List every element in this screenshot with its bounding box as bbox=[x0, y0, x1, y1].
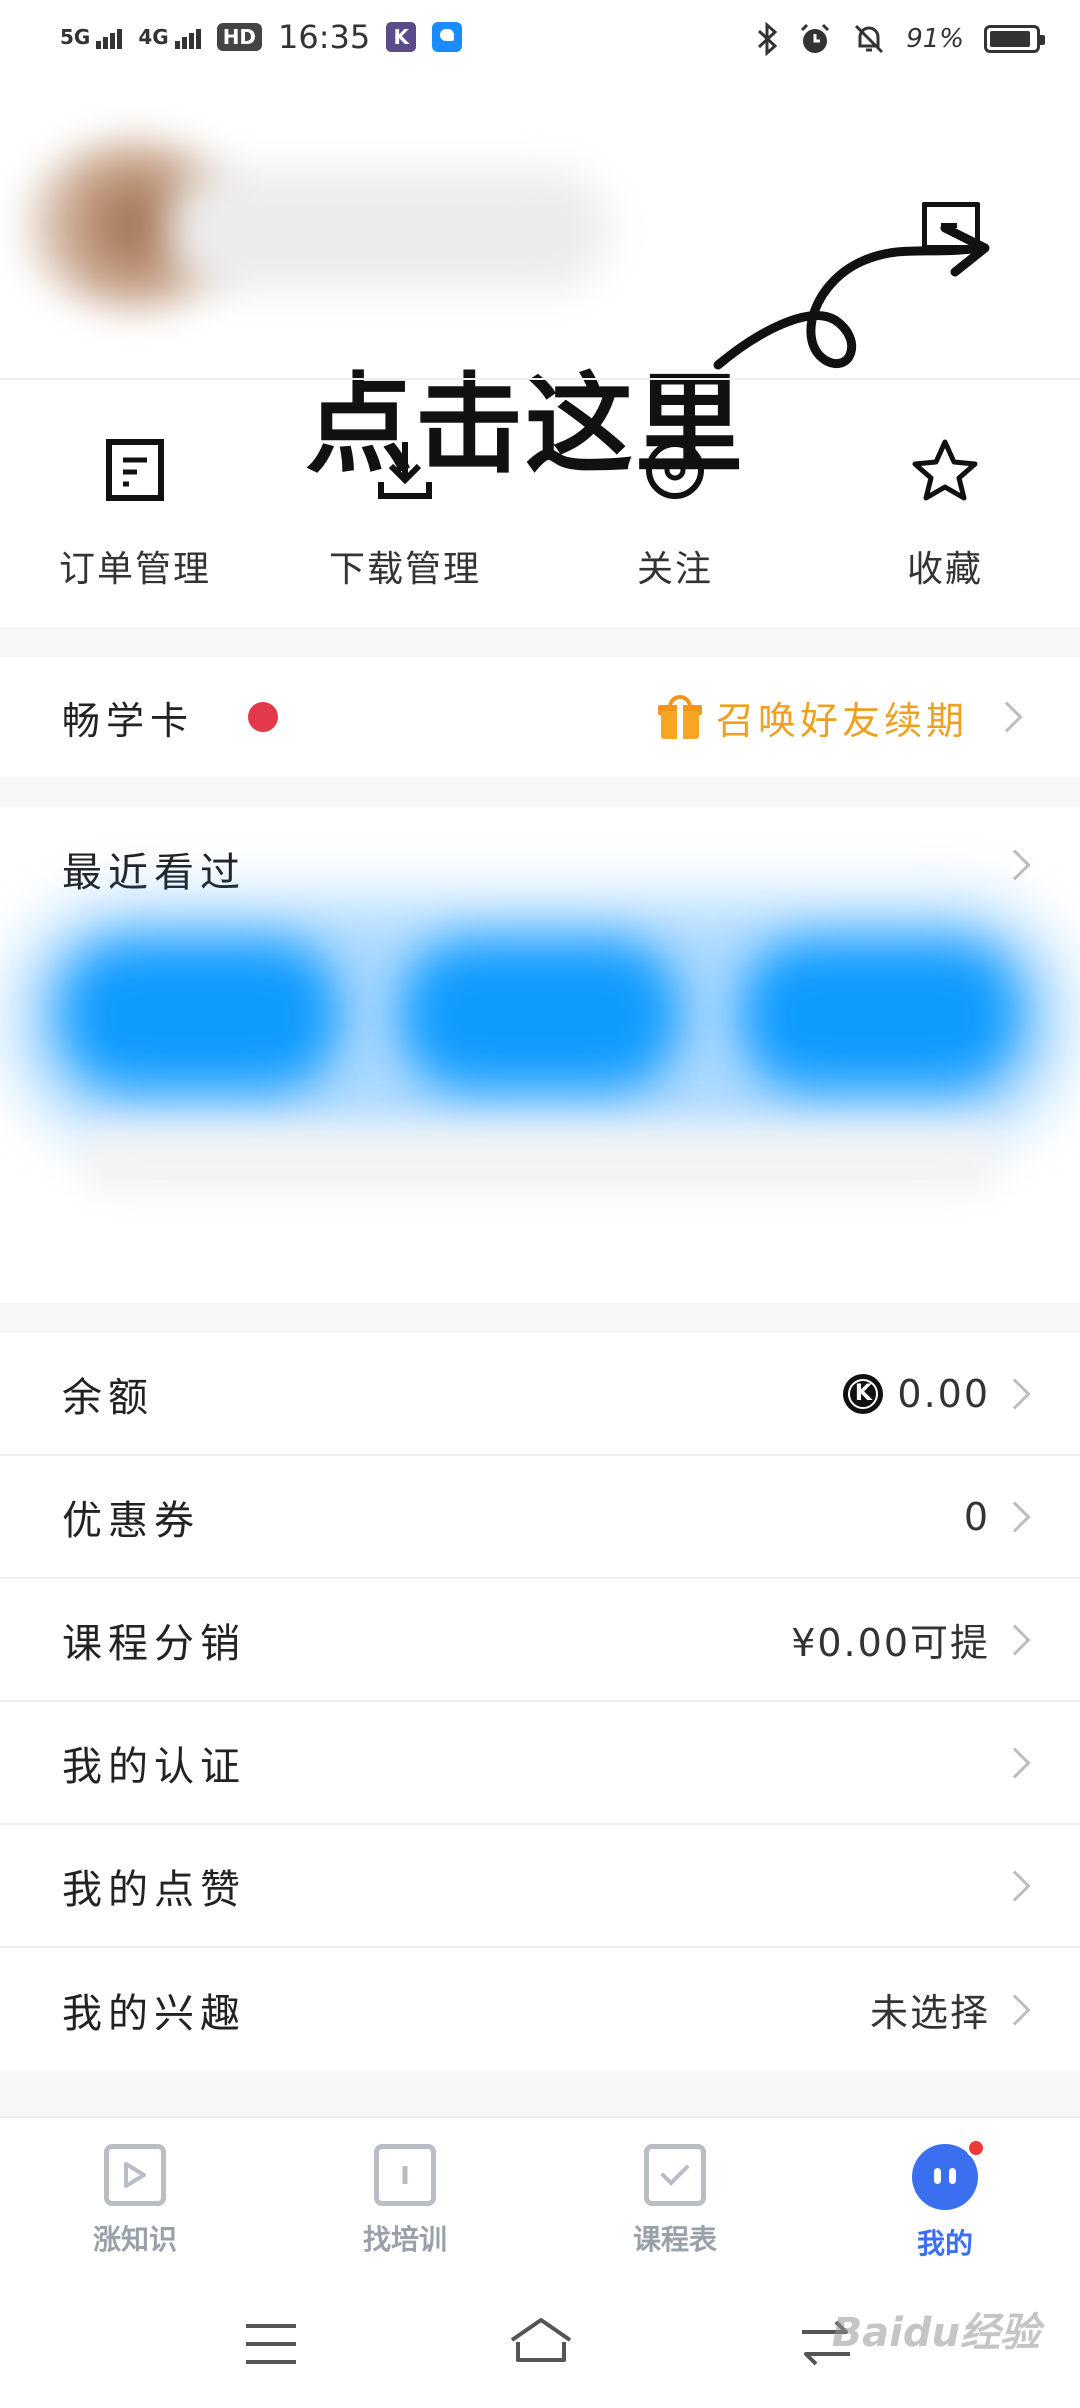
alarm-icon bbox=[801, 23, 830, 53]
status-time: 16:35 bbox=[278, 18, 371, 56]
section-gap bbox=[0, 627, 1080, 657]
study-card-row[interactable]: 畅学卡 召唤好友续期 bbox=[0, 657, 1080, 777]
battery-icon bbox=[984, 25, 1045, 53]
quick-action-label: 关注 bbox=[636, 549, 713, 590]
list-item-value: 0 bbox=[963, 1494, 990, 1539]
tab-label: 课程表 bbox=[632, 2223, 717, 2256]
recently-viewed-list[interactable] bbox=[0, 880, 1080, 1220]
list-item-value: 0.00 bbox=[897, 1371, 990, 1416]
status-bar: 5G 4G HD 16:35 K 91% bbox=[0, 0, 1080, 80]
home-icon[interactable] bbox=[508, 2316, 574, 2366]
recent-item[interactable] bbox=[400, 940, 680, 1090]
list-item-course-distribution[interactable]: 课程分销 ¥0.00可提 bbox=[0, 1579, 1080, 1702]
recent-item[interactable] bbox=[60, 940, 340, 1090]
study-card-title: 畅学卡 bbox=[62, 698, 195, 743]
chevron-right-icon bbox=[999, 1377, 1031, 1410]
gift-icon bbox=[657, 695, 702, 739]
tab-learn[interactable]: 涨知识 bbox=[0, 2118, 270, 2282]
recent-item[interactable] bbox=[740, 940, 1020, 1090]
list-item-value: ¥0.00可提 bbox=[791, 1621, 990, 1665]
tab-label: 我的 bbox=[916, 2227, 973, 2260]
quick-action-label: 订单管理 bbox=[58, 549, 211, 590]
signal-5g-icon: 5G bbox=[60, 25, 123, 49]
download-icon bbox=[365, 430, 445, 510]
tab-label: 找培训 bbox=[362, 2223, 447, 2256]
quick-action-label: 收藏 bbox=[906, 549, 983, 590]
quick-order-management[interactable]: 订单管理 bbox=[0, 400, 270, 630]
app-k-icon: K bbox=[386, 22, 417, 52]
bottom-tab-bar: 涨知识 找培训 课程表 我的 bbox=[0, 2116, 1080, 2282]
order-icon bbox=[95, 430, 175, 510]
chevron-right-icon bbox=[991, 701, 1023, 733]
list-item-balance[interactable]: 余额 K 0.00 bbox=[0, 1333, 1080, 1456]
hd-voice-icon: HD bbox=[216, 23, 263, 51]
chevron-right-icon bbox=[999, 1500, 1031, 1533]
play-icon bbox=[104, 2144, 166, 2206]
quick-action-label: 下载管理 bbox=[328, 549, 481, 590]
quick-favorites[interactable]: 收藏 bbox=[810, 400, 1080, 630]
coin-icon: K bbox=[843, 1373, 884, 1414]
tab-schedule[interactable]: 课程表 bbox=[540, 2118, 810, 2282]
battery-percent: 91% bbox=[906, 24, 964, 54]
account-list: 余额 K 0.00 优惠券 0 课程分销 ¥0.00可提 我的认证 我的点赞 我… bbox=[0, 1333, 1080, 2071]
chevron-right-icon bbox=[999, 849, 1031, 881]
section-gap bbox=[0, 777, 1080, 807]
list-item-title: 我的点赞 bbox=[62, 1866, 246, 1913]
chat-app-icon bbox=[432, 22, 463, 52]
list-item-certification[interactable]: 我的认证 bbox=[0, 1702, 1080, 1825]
book-icon bbox=[374, 2144, 436, 2206]
quick-follow[interactable]: 关注 bbox=[540, 400, 810, 630]
chevron-right-icon bbox=[999, 1993, 1031, 2026]
user-name bbox=[170, 170, 610, 290]
quick-download-management[interactable]: 下载管理 bbox=[270, 400, 540, 630]
list-item-title: 余额 bbox=[62, 1374, 154, 1421]
quick-actions: 订单管理 下载管理 关注 收藏 bbox=[0, 400, 1080, 630]
section-gap bbox=[0, 1303, 1080, 1333]
tab-training[interactable]: 找培训 bbox=[270, 2118, 540, 2282]
chevron-right-icon bbox=[999, 1869, 1031, 1902]
list-item-value: 未选择 bbox=[869, 1991, 990, 2035]
invite-friends-promo[interactable]: 召唤好友续期 bbox=[716, 690, 968, 745]
signal-4g-icon: 4G bbox=[138, 25, 201, 49]
list-item-likes[interactable]: 我的点赞 bbox=[0, 1825, 1080, 1948]
section-gap bbox=[0, 2070, 1080, 2116]
watermark-logo: Baidu经验 bbox=[831, 2310, 1040, 2356]
list-item-title: 我的认证 bbox=[62, 1743, 246, 1790]
notification-badge bbox=[966, 2138, 986, 2158]
profile-face-icon bbox=[912, 2138, 986, 2210]
tab-label: 涨知识 bbox=[92, 2223, 177, 2256]
list-item-title: 课程分销 bbox=[62, 1620, 246, 1667]
list-item-coupons[interactable]: 优惠券 0 bbox=[0, 1456, 1080, 1579]
list-item-interests[interactable]: 我的兴趣 未选择 bbox=[0, 1948, 1080, 2071]
chevron-right-icon bbox=[999, 1746, 1031, 1779]
list-item-title: 优惠券 bbox=[62, 1497, 200, 1544]
new-dot bbox=[248, 702, 278, 732]
follow-icon bbox=[635, 430, 715, 510]
divider bbox=[0, 378, 1080, 380]
list-item-title: 我的兴趣 bbox=[62, 1990, 246, 2037]
bluetooth-icon bbox=[758, 22, 778, 56]
star-icon bbox=[905, 430, 985, 510]
mute-notification-icon bbox=[855, 24, 884, 54]
chevron-right-icon bbox=[999, 1623, 1031, 1656]
menu-icon[interactable] bbox=[246, 2324, 296, 2378]
tab-me[interactable]: 我的 bbox=[810, 2118, 1080, 2282]
checklist-icon bbox=[644, 2144, 706, 2206]
